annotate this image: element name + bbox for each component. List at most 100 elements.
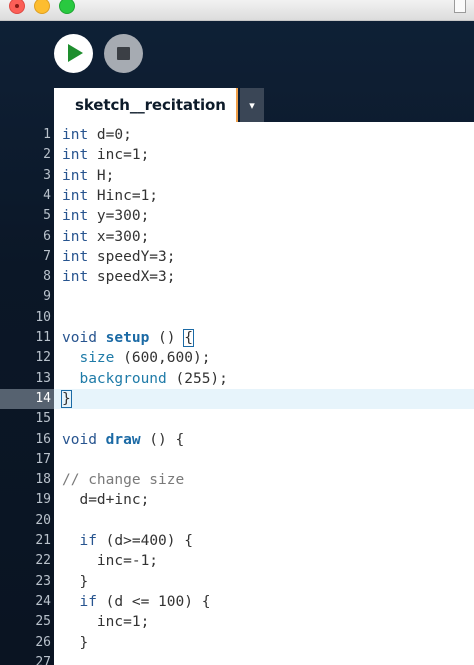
line-number: 4 <box>43 187 51 203</box>
code-token: speedY=3; <box>88 248 176 265</box>
line-number: 2 <box>43 147 51 163</box>
tab-sketch[interactable]: sketch__recitation <box>54 88 238 122</box>
code-token: setup <box>105 330 150 346</box>
code-token: d=d+inc; <box>62 492 150 509</box>
line-number: 24 <box>35 593 51 609</box>
line-number: 8 <box>43 269 51 285</box>
line-number: 19 <box>35 492 51 508</box>
code-token: (255); <box>166 370 228 387</box>
code-token: int <box>62 269 89 286</box>
code-token: int <box>62 147 89 164</box>
code-token: int <box>62 208 89 225</box>
run-button[interactable] <box>54 34 93 73</box>
code-line[interactable]: if (d>=400) { <box>54 531 474 551</box>
title-bar <box>0 0 474 21</box>
code-token: void <box>62 431 97 448</box>
code-line[interactable]: // change size <box>54 470 474 490</box>
code-line[interactable]: int Hinc=1; <box>54 186 474 206</box>
code-line[interactable]: size (600,600); <box>54 348 474 368</box>
code-token: if <box>79 533 97 549</box>
code-line[interactable]: int H; <box>54 166 474 186</box>
code-token: int <box>62 167 89 184</box>
code-line[interactable] <box>54 653 474 665</box>
code-line[interactable]: void draw () { <box>54 430 474 450</box>
tab-label: sketch__recitation <box>75 96 226 114</box>
code-token: (d>=400) { <box>96 533 193 549</box>
code-line[interactable]: if (d <= 100) { <box>54 592 474 612</box>
stop-button[interactable] <box>104 34 143 73</box>
code-line[interactable] <box>54 409 474 429</box>
code-token: } <box>62 634 89 651</box>
code-line[interactable]: } <box>54 572 474 592</box>
code-line[interactable]: } <box>54 388 474 410</box>
line-number: 5 <box>43 208 51 224</box>
code-line[interactable] <box>54 308 474 328</box>
line-number: 11 <box>35 330 51 345</box>
line-number: 26 <box>35 634 51 650</box>
code-line[interactable] <box>54 287 474 307</box>
code-token: Hinc=1; <box>88 187 159 204</box>
code-line[interactable]: inc=1; <box>54 612 474 632</box>
line-number: 3 <box>43 167 51 183</box>
code-line[interactable]: int y=300; <box>54 206 474 226</box>
code-line[interactable]: int speedX=3; <box>54 267 474 287</box>
code-line[interactable]: void setup () { <box>54 328 474 348</box>
code-token: background <box>79 370 167 387</box>
line-number: 22 <box>35 553 51 569</box>
line-number: 10 <box>35 309 51 325</box>
code-token: inc=1; <box>62 614 150 631</box>
line-number: 15 <box>35 411 51 427</box>
code-token: d=0; <box>88 127 132 143</box>
line-number: 25 <box>35 614 51 630</box>
code-line[interactable]: int speedY=3; <box>54 247 474 267</box>
code-token: inc=1; <box>88 147 150 164</box>
code-line[interactable]: } <box>54 633 474 653</box>
line-number: 21 <box>35 533 51 548</box>
processing-ide-window: sketch__recitation ▾ 1 2 3 4 5 6 7 8 9 10 11 12 13 14… <box>0 0 474 665</box>
code-editor[interactable]: int d=0; int inc=1; int H; int Hinc=1; int y… <box>54 122 474 665</box>
code-token: int <box>62 187 89 204</box>
code-line[interactable] <box>54 511 474 531</box>
maximize-window-icon[interactable] <box>59 0 75 14</box>
line-number: 12 <box>35 350 51 366</box>
line-number: 23 <box>35 573 51 589</box>
code-token: inc=-1; <box>62 553 159 570</box>
code-token: } <box>62 573 89 590</box>
code-token: y=300; <box>88 208 150 225</box>
code-token: } <box>61 389 72 408</box>
tab-menu-button[interactable]: ▾ <box>240 88 264 122</box>
code-line[interactable] <box>54 450 474 470</box>
line-number: 1 <box>43 127 51 142</box>
code-line[interactable]: background (255); <box>54 369 474 389</box>
code-token: void <box>62 330 97 346</box>
code-line[interactable]: int x=300; <box>54 227 474 247</box>
line-number: 18 <box>35 472 51 488</box>
code-line[interactable]: int inc=1; <box>54 145 474 165</box>
code-token: int <box>62 248 89 265</box>
code-token: { <box>183 329 194 347</box>
code-token: (600,600); <box>114 350 211 367</box>
line-number: 17 <box>35 451 51 467</box>
line-number: 7 <box>43 248 51 264</box>
code-token: if <box>79 593 97 610</box>
line-number: 6 <box>43 228 51 244</box>
line-number: 14 <box>0 388 54 410</box>
code-token: int <box>62 228 89 245</box>
code-token: () <box>149 330 185 346</box>
line-number: 20 <box>35 512 51 528</box>
close-window-icon[interactable] <box>9 0 25 14</box>
code-line[interactable]: d=d+inc; <box>54 490 474 510</box>
line-number: 27 <box>35 654 51 665</box>
code-token: (d <= 100) { <box>96 593 211 610</box>
code-line[interactable]: inc=-1; <box>54 551 474 571</box>
code-token: // change size <box>62 472 185 489</box>
minimize-window-icon[interactable] <box>34 0 50 14</box>
code-token: draw <box>105 431 141 448</box>
code-line[interactable]: int d=0; <box>54 125 474 145</box>
